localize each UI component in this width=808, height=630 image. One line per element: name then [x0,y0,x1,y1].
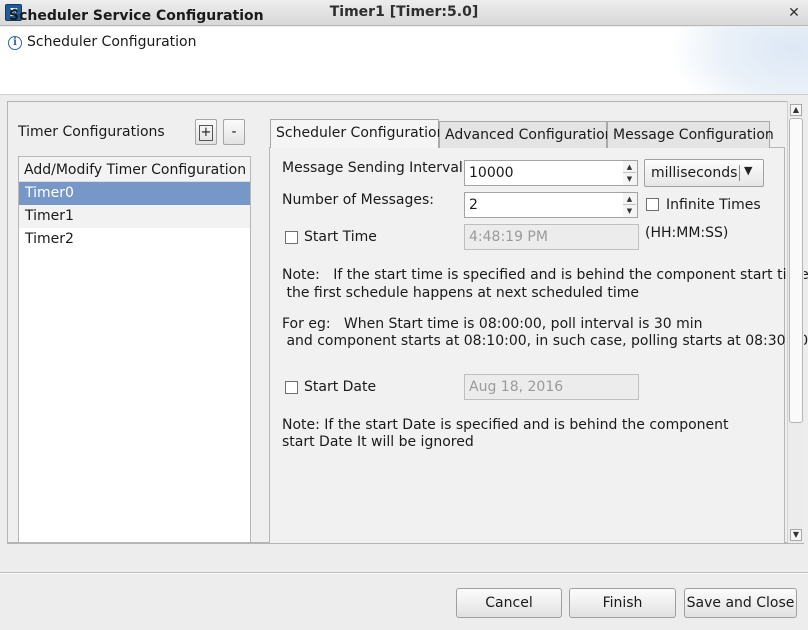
page-subtitle: Scheduler Configuration [27,34,197,50]
list-header: Add/Modify Timer Configuration [19,157,250,182]
infinite-times-checkbox[interactable] [646,198,659,211]
finish-button[interactable]: Finish [569,588,676,618]
info-icon: i [8,36,22,50]
start-date-note-line2: start Date It will be ignored [282,434,474,450]
combo-separator [739,165,740,181]
tab-message-configuration[interactable]: Message Configuration [607,121,774,148]
start-date-note-line1: Note: If the start Date is specified and… [282,417,729,433]
tab-scheduler-configuration[interactable]: Scheduler Configuration [270,119,445,148]
timer-configurations-label: Timer Configurations [18,124,165,140]
interval-spinner[interactable]: ▲ ▼ [623,160,638,186]
content-bottom-border [7,543,804,544]
start-time-checkbox[interactable] [285,231,298,244]
interval-input[interactable]: 10000 [464,160,624,186]
infinite-times-label: Infinite Times [666,197,761,213]
start-date-label: Start Date [304,379,377,395]
chevron-down-icon[interactable]: ▼ [744,164,752,177]
start-time-label: Start Time [304,229,377,245]
start-date-checkbox[interactable] [285,381,298,394]
page-title: Scheduler Service Configuration [9,8,264,24]
time-format-label: (HH:MM:SS) [645,225,729,241]
tab-advanced-configuration[interactable]: Advanced Configuration [439,121,614,148]
spin-down-icon[interactable]: ▼ [623,205,636,217]
scrollbar-thumb[interactable] [789,118,803,423]
close-icon[interactable]: ✕ [786,5,802,21]
start-date-input[interactable]: Aug 18, 2016 [464,374,639,400]
spin-up-icon[interactable]: ▲ [623,193,636,205]
list-item-timer2[interactable]: Timer2 [19,228,250,251]
save-and-close-button[interactable]: Save and Close [684,588,797,618]
spin-down-icon[interactable]: ▼ [623,173,636,185]
start-time-note-line1: Note: If the start time is specified and… [282,267,808,283]
count-input[interactable]: 2 [464,192,624,218]
count-label: Number of Messages: [282,192,435,208]
list-item-timer1[interactable]: Timer1 [19,205,250,228]
footer-divider-highlight [0,573,808,574]
count-spinner[interactable]: ▲ ▼ [623,192,638,218]
add-icon: + [199,125,213,141]
start-time-note-line2: the first schedule happens at next sched… [282,285,640,301]
add-timer-button[interactable]: + [195,119,217,145]
start-time-input[interactable]: 4:48:19 PM [464,224,639,250]
list-item-timer0[interactable]: Timer0 [19,182,250,205]
interval-label: Message Sending Interval [282,160,463,176]
scroll-up-icon[interactable]: ▲ [790,104,802,116]
example-note-line2: and component starts at 08:10:00, in suc… [282,333,808,349]
example-note-line1: For eg: When Start time is 08:00:00, pol… [282,316,703,332]
remove-timer-button[interactable]: - [223,119,245,145]
cancel-button[interactable]: Cancel [456,588,562,618]
scroll-down-icon[interactable]: ▼ [790,529,802,541]
header-decoration [668,27,808,94]
spin-up-icon[interactable]: ▲ [623,161,636,173]
